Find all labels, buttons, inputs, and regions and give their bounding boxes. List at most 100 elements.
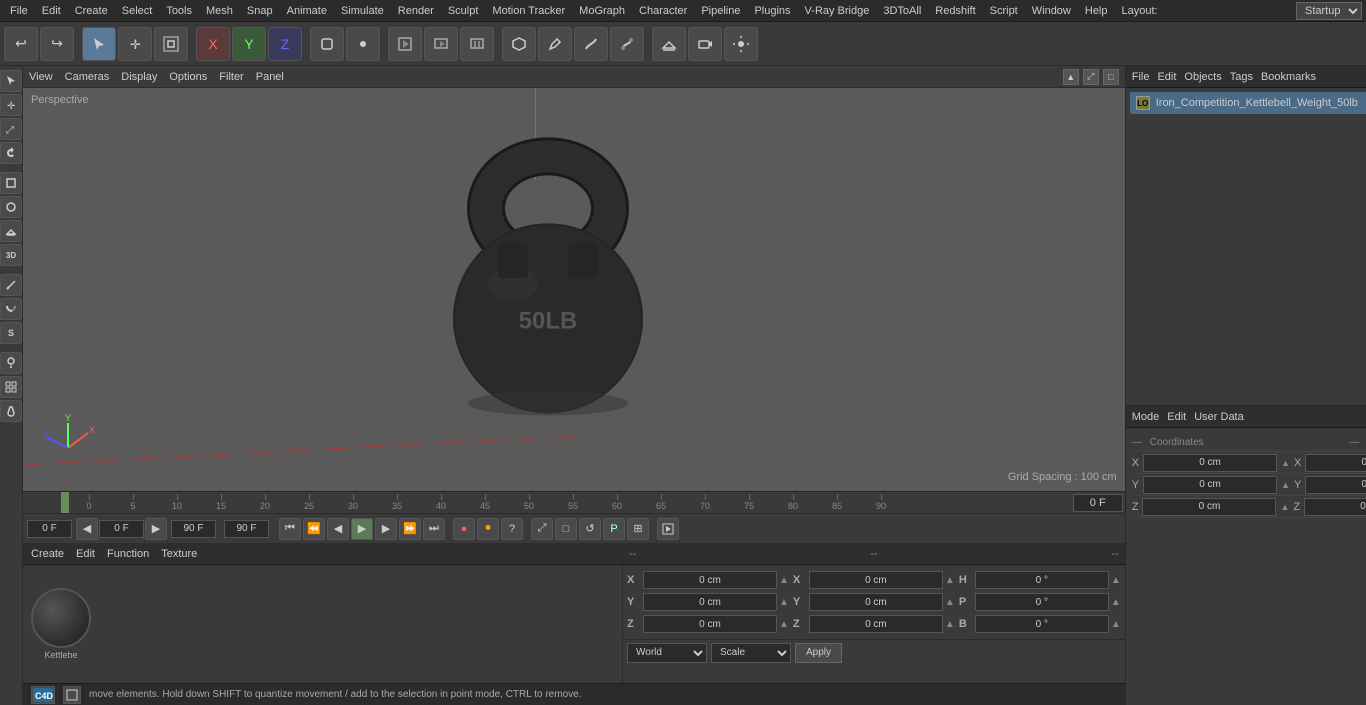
menu-create[interactable]: Create <box>69 3 114 19</box>
menu-mesh[interactable]: Mesh <box>200 3 239 19</box>
om-menu-file[interactable]: File <box>1132 71 1150 83</box>
cube-button[interactable] <box>502 27 536 61</box>
left-tool-move[interactable]: ✛ <box>0 94 22 116</box>
scale-key-button[interactable]: □ <box>555 518 577 540</box>
viewport-menu-cameras[interactable]: Cameras <box>65 71 110 83</box>
object-item-kettlebell[interactable]: LO Iron_Competition_Kettlebell_Weight_50… <box>1130 92 1366 114</box>
left-tool-paint[interactable] <box>0 352 22 374</box>
rot-h-arrow[interactable]: ▲ <box>1111 575 1121 586</box>
attr-x-pos[interactable] <box>1143 454 1277 472</box>
scale-z-arrow[interactable]: ▲ <box>945 619 955 630</box>
viewport-menu-options[interactable]: Options <box>169 71 207 83</box>
auto-key-button[interactable]: ⏺ <box>477 518 499 540</box>
rot-b-input[interactable] <box>975 615 1109 633</box>
menu-window[interactable]: Window <box>1026 3 1077 19</box>
viewport-3d[interactable]: Perspective <box>23 88 1125 491</box>
render-picture-button[interactable] <box>424 27 458 61</box>
menu-edit[interactable]: Edit <box>36 3 67 19</box>
record-button[interactable]: ● <box>453 518 475 540</box>
timeline-frame-input[interactable] <box>1073 494 1123 512</box>
pen-button[interactable] <box>538 27 572 61</box>
left-tool-rotate[interactable] <box>0 142 22 164</box>
pos-z-arrow[interactable]: ▲ <box>779 619 789 630</box>
grid-key-button[interactable]: ⊞ <box>627 518 649 540</box>
end-frame-input[interactable] <box>171 520 216 538</box>
current-frame-input[interactable] <box>99 520 144 538</box>
menu-snap[interactable]: Snap <box>241 3 279 19</box>
material-ball[interactable] <box>31 588 91 648</box>
nurbs-button[interactable] <box>574 27 608 61</box>
viewport-ctrl-arrows[interactable]: ⤢ <box>1083 69 1099 85</box>
viewport-ctrl-minus[interactable]: ▲ <box>1063 69 1079 85</box>
loop-button[interactable]: ? <box>501 518 523 540</box>
menu-redshift[interactable]: Redshift <box>929 3 981 19</box>
rot-p-arrow[interactable]: ▲ <box>1111 597 1121 608</box>
goto-start-button[interactable]: ⏮ <box>279 518 301 540</box>
pos-y-input[interactable] <box>643 593 777 611</box>
menu-plugins[interactable]: Plugins <box>748 3 796 19</box>
menu-3dtoall[interactable]: 3DToAll <box>877 3 927 19</box>
left-tool-s[interactable]: S <box>0 322 22 344</box>
left-tool-sphere[interactable] <box>0 196 22 218</box>
camera-button[interactable] <box>688 27 722 61</box>
attr-y-size[interactable] <box>1305 476 1366 494</box>
scale-dropdown[interactable]: Scale <box>711 643 791 663</box>
attr-y-pos[interactable] <box>1143 476 1277 494</box>
left-tool-magnet[interactable] <box>0 298 22 320</box>
pos-key-button[interactable]: P <box>603 518 625 540</box>
viewport-ctrl-lock[interactable]: □ <box>1103 69 1119 85</box>
left-tool-brush[interactable] <box>0 400 22 422</box>
menu-animate[interactable]: Animate <box>281 3 333 19</box>
goto-end-button[interactable]: ⏭ <box>423 518 445 540</box>
start-frame-input[interactable] <box>27 520 72 538</box>
left-tool-plane[interactable] <box>0 220 22 242</box>
left-tool-grid[interactable] <box>0 376 22 398</box>
menu-script[interactable]: Script <box>984 3 1024 19</box>
rot-b-arrow[interactable]: ▲ <box>1111 619 1121 630</box>
select-tool-button[interactable] <box>82 27 116 61</box>
prev-key-button[interactable]: ⏪ <box>303 518 325 540</box>
menu-sculpt[interactable]: Sculpt <box>442 3 485 19</box>
left-tool-knife[interactable] <box>0 274 22 296</box>
scale-y-arrow[interactable]: ▲ <box>945 597 955 608</box>
pos-x-arrow[interactable]: ▲ <box>779 575 789 586</box>
viewport-menu-display[interactable]: Display <box>121 71 157 83</box>
left-tool-cursor[interactable] <box>0 70 22 92</box>
point-mode-button[interactable] <box>346 27 380 61</box>
next-key-button[interactable]: ⏩ <box>399 518 421 540</box>
pos-x-input[interactable] <box>643 571 777 589</box>
om-menu-bookmarks[interactable]: Bookmarks <box>1261 71 1316 83</box>
left-tool-scale[interactable]: ⤢ <box>0 118 22 140</box>
undo-button[interactable]: ↩ <box>4 27 38 61</box>
scale-z-input[interactable] <box>809 615 943 633</box>
left-tool-box[interactable] <box>0 172 22 194</box>
attr-z-pos[interactable] <box>1142 498 1276 516</box>
end-frame-input2[interactable] <box>224 520 269 538</box>
mat-menu-texture[interactable]: Texture <box>161 548 197 560</box>
menu-help[interactable]: Help <box>1079 3 1114 19</box>
status-cinema4d-icon[interactable]: C4D <box>31 686 55 704</box>
menu-file[interactable]: File <box>4 3 34 19</box>
rot-p-input[interactable] <box>975 593 1109 611</box>
mat-menu-edit[interactable]: Edit <box>76 548 95 560</box>
om-menu-tags[interactable]: Tags <box>1230 71 1253 83</box>
attr-x-size[interactable] <box>1305 454 1366 472</box>
menu-select[interactable]: Select <box>116 3 159 19</box>
prev-frame-button[interactable]: ◀ <box>327 518 349 540</box>
viewport-menu-view[interactable]: View <box>29 71 53 83</box>
menu-render[interactable]: Render <box>392 3 440 19</box>
layout-select[interactable]: Startup <box>1296 2 1362 20</box>
menu-character[interactable]: Character <box>633 3 693 19</box>
scale-x-input[interactable] <box>809 571 943 589</box>
z-axis-button[interactable]: Z <box>268 27 302 61</box>
step-fwd-input-btn[interactable]: ▶ <box>145 518 167 540</box>
light-button[interactable] <box>724 27 758 61</box>
render-region-button[interactable] <box>388 27 422 61</box>
pos-y-arrow[interactable]: ▲ <box>779 597 789 608</box>
viewport-menu-filter[interactable]: Filter <box>219 71 243 83</box>
next-frame-button[interactable]: ▶ <box>375 518 397 540</box>
attr-z-size[interactable] <box>1304 498 1366 516</box>
scale-tool-button[interactable] <box>154 27 188 61</box>
apply-button[interactable]: Apply <box>795 643 842 663</box>
menu-pipeline[interactable]: Pipeline <box>695 3 746 19</box>
